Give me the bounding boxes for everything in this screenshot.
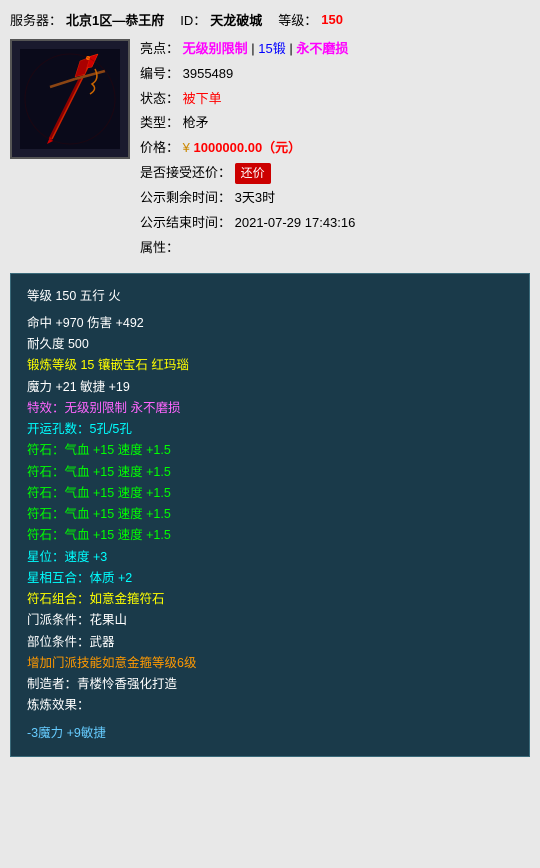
time-remain-row: 公示剩余时间： 3天3时 (140, 188, 530, 209)
attr-rune2: 符石：气血 +15 速度 +1.5 (27, 462, 513, 483)
attr-level-line: 等级 150 五行 火 (27, 286, 513, 307)
highlight-nolimit: 无级别限制 (183, 41, 248, 56)
item-image (10, 39, 130, 159)
id-label: ID： (180, 10, 206, 29)
info-panel: 亮点： 无级别限制 | 15锻 | 永不磨损 编号： 3955489 状态： 被… (140, 39, 530, 263)
price-label: 价格： (140, 140, 179, 155)
time-end-value: 2021-07-29 17:43:16 (235, 215, 356, 230)
id-row: 编号： 3955489 (140, 64, 530, 85)
time-end-label: 公示结束时间： (140, 215, 231, 230)
attr-box: 等级 150 五行 火 命中 +970 伤害 +492 耐久度 500 锻炼等级… (10, 273, 530, 757)
main-content: 亮点： 无级别限制 | 15锻 | 永不磨损 编号： 3955489 状态： 被… (10, 39, 530, 263)
time-end-row: 公示结束时间： 2021-07-29 17:43:16 (140, 213, 530, 234)
id-value: 天龙破城 (210, 10, 262, 29)
attr-refine-label: 炼炼效果： (27, 695, 513, 716)
attr-rune3: 符石：气血 +15 速度 +1.5 (27, 483, 513, 504)
level-label: 等级： (278, 10, 317, 29)
attr-stats2: 耐久度 500 (27, 334, 513, 355)
price-value: 1000000.00（元） (194, 140, 302, 155)
attr-refine-value: -3魔力 +9敏捷 (27, 723, 513, 744)
accept-row: 是否接受还价： 还价 (140, 163, 530, 184)
attr-forge: 锻炼等级 15 镶嵌宝石 红玛瑙 (27, 355, 513, 376)
server-label: 服务器： (10, 10, 62, 29)
highlight-label: 亮点： (140, 41, 179, 56)
highlight-forge: 15锻 (258, 41, 285, 56)
type-row: 类型： 枪矛 (140, 113, 530, 134)
time-remain-label: 公示剩余时间： (140, 190, 231, 205)
attr-skill-boost: 增加门派技能如意金箍等级6级 (27, 653, 513, 674)
page-container: 服务器： 北京1区—恭王府 ID： 天龙破城 等级： 150 (0, 0, 540, 767)
sep2: | (289, 41, 292, 56)
attr-label-row: 属性： (140, 238, 530, 259)
attr-rune1: 符石：气血 +15 速度 +1.5 (27, 440, 513, 461)
server-info: 服务器： 北京1区—恭王府 (10, 10, 164, 29)
attr-star2: 星相互合：体质 +2 (27, 568, 513, 589)
attr-maker: 制造者：青楼怜香强化打造 (27, 674, 513, 695)
attr-part-cond: 部位条件：武器 (27, 632, 513, 653)
attr-star1: 星位：速度 +3 (27, 547, 513, 568)
highlight-row: 亮点： 无级别限制 | 15锻 | 永不磨损 (140, 39, 530, 60)
time-remain-value: 3天3时 (235, 190, 275, 205)
highlight-nodamage: 永不磨损 (296, 41, 348, 56)
attr-stone-combo: 符石组合：如意金箍符石 (27, 589, 513, 610)
price-row: 价格： ¥ 1000000.00（元） (140, 138, 530, 159)
server-value: 北京1区—恭王府 (66, 10, 164, 29)
header-bar: 服务器： 北京1区—恭王府 ID： 天龙破城 等级： 150 (10, 10, 530, 29)
state-value: 被下单 (183, 91, 222, 106)
attr-label: 属性： (140, 240, 179, 255)
id-label-field: 编号： (140, 66, 179, 81)
state-row: 状态： 被下单 (140, 89, 530, 110)
attr-faction-cond: 门派条件：花果山 (27, 610, 513, 631)
attr-rune5: 符石：气血 +15 速度 +1.5 (27, 525, 513, 546)
attr-special: 特效：无级别限制 永不磨损 (27, 398, 513, 419)
id-info: ID： 天龙破城 (180, 10, 262, 29)
level-value: 150 (321, 12, 343, 27)
id-field-value: 3955489 (183, 66, 234, 81)
attr-magic: 魔力 +21 敏捷 +19 (27, 377, 513, 398)
type-label: 类型： (140, 115, 179, 130)
accept-btn[interactable]: 还价 (235, 163, 271, 184)
sep1: | (251, 41, 254, 56)
price-symbol: ¥ (183, 140, 190, 155)
weapon-svg (20, 49, 120, 149)
type-value: 枪矛 (183, 115, 209, 130)
level-info: 等级： 150 (278, 10, 343, 29)
attr-slots: 开运孔数：5孔/5孔 (27, 419, 513, 440)
state-label: 状态： (140, 91, 179, 106)
accept-label: 是否接受还价： (140, 165, 231, 180)
attr-rune4: 符石：气血 +15 速度 +1.5 (27, 504, 513, 525)
attr-stats1: 命中 +970 伤害 +492 (27, 313, 513, 334)
